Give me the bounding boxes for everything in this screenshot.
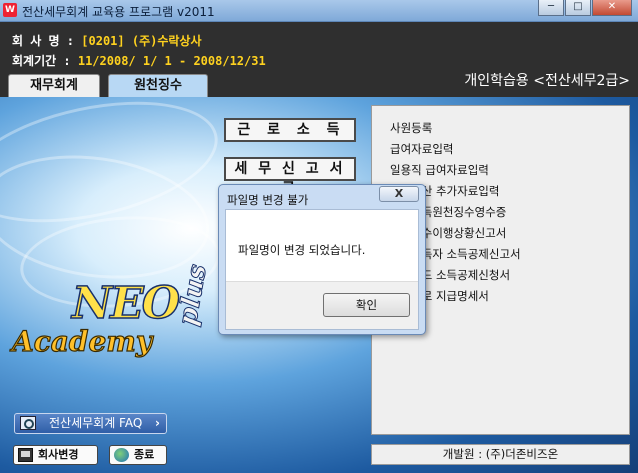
dialog-title: 파일명 변경 불가 [227,193,309,207]
tax-reports-button[interactable]: 세 무 신 고 서 류 [224,157,356,197]
mode-title: 개인학습용 <전산세무2급> [464,73,630,89]
neoplus-academy-logo: NEO plus Academy [11,262,217,372]
tab-withholding-tax[interactable]: 원천징수 [108,74,208,97]
period-line: 회계기간 : 11/2008/ 1/ 1 - 2008/12/31 [12,52,266,69]
title-bar: W 전산세무회계 교육용 프로그램 v2011 ─ □ ✕ [0,0,638,22]
company-value: [0201] (주)수락상사 [81,34,202,48]
submenu-item[interactable]: 사원등록 [390,118,629,139]
window-controls: ─ □ ✕ [537,0,632,16]
globe-icon [114,448,129,462]
chevron-right-icon: › [155,416,160,430]
logo-academy-text: Academy [11,324,153,358]
dialog-message: 파일명이 변경 되었습니다. [238,243,366,257]
period-label: 회계기간 : [12,54,71,68]
change-company-button[interactable]: 회사변경 [13,445,98,465]
dialog-close-button[interactable]: X [379,186,419,202]
change-company-label: 회사변경 [38,448,79,461]
exit-label: 종료 [134,448,155,461]
tab-financial-accounting[interactable]: 재무회계 [8,74,100,97]
logo-plus-text: plus [172,262,213,329]
submenu-item[interactable]: 일용직 급여자료입력 [390,160,629,181]
search-icon [20,416,36,430]
exit-button[interactable]: 종료 [109,445,167,465]
developer-info: 개발원 : (주)더존비즈온 [371,444,630,465]
dialog-footer: 확인 [226,281,418,329]
faq-label: 전산세무회계 FAQ [49,416,143,430]
close-button[interactable]: ✕ [592,0,632,16]
maximize-button[interactable]: □ [565,0,591,16]
earned-income-button[interactable]: 근 로 소 득 [224,118,356,142]
faq-button[interactable]: 전산세무회계 FAQ › [14,413,167,434]
window-title: 전산세무회계 교육용 프로그램 v2011 [22,5,215,19]
minimize-button[interactable]: ─ [538,0,564,16]
period-value: 11/2008/ 1/ 1 - 2008/12/31 [77,54,266,68]
ok-button[interactable]: 확인 [323,293,410,317]
logo-neo-text: NEO [71,277,181,330]
company-label: 회 사 명 : [12,34,75,48]
company-line: 회 사 명 : [0201] (주)수락상사 [12,32,202,49]
computer-icon [18,448,33,462]
submenu-item[interactable]: 급여자료입력 [390,139,629,160]
rename-error-dialog: 파일명 변경 불가 X 파일명이 변경 되었습니다. 확인 [218,184,426,335]
company-header: 회 사 명 : [0201] (주)수락상사 회계기간 : 11/2008/ 1… [0,22,638,97]
app-icon: W [3,3,17,17]
dialog-body: 파일명이 변경 되었습니다. 확인 [225,209,419,330]
